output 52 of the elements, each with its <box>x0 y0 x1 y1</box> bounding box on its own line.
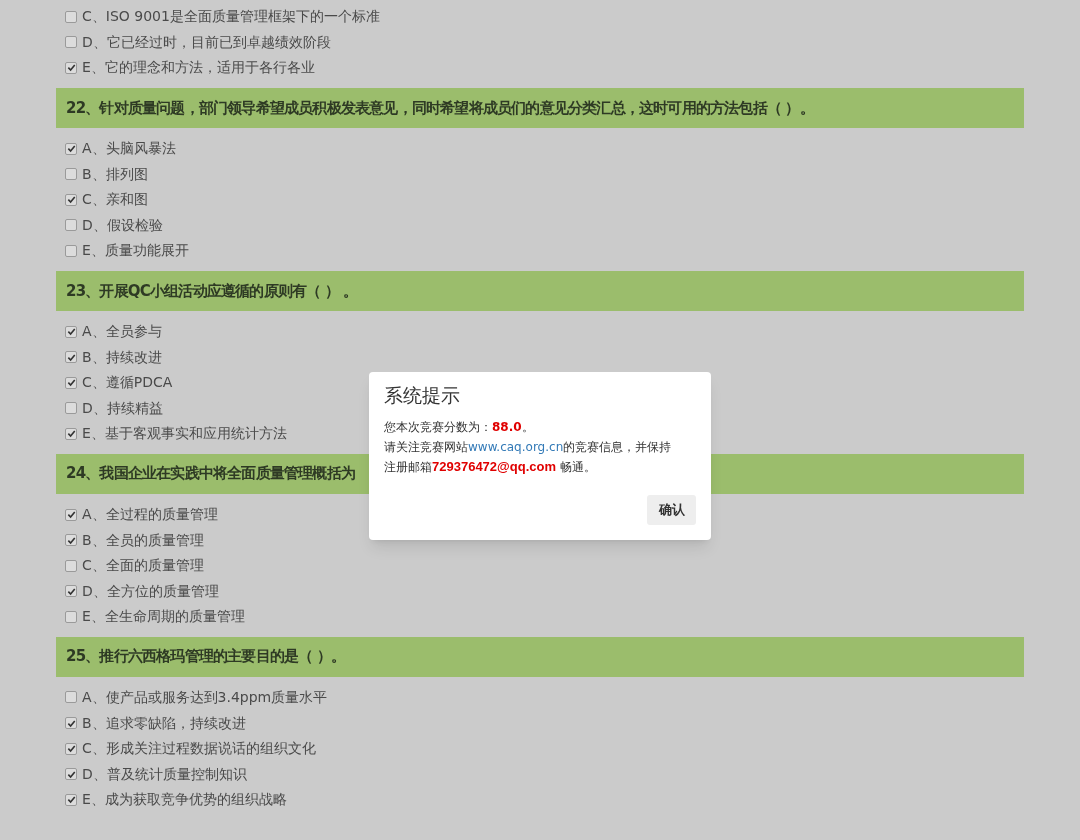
checked-checkbox[interactable] <box>65 585 77 598</box>
option-label: E、成为获取竞争优势的组织战略 <box>82 790 287 810</box>
question-heading: 22、针对质量问题，部门领导希望成员积极发表意见，同时希望将成员们的意见分类汇总，这时可用的方法包括（ ）。 <box>56 87 1024 128</box>
checked-checkbox[interactable] <box>65 534 77 547</box>
checked-checkbox[interactable] <box>65 376 77 389</box>
option-label: C、形成关注过程数据说话的组织文化 <box>82 739 316 759</box>
option-label: C、全面的质量管理 <box>82 556 204 576</box>
option-label: C、遵循PDCA <box>82 373 173 393</box>
option-label: B、排列图 <box>82 164 148 184</box>
checkbox[interactable] <box>65 691 77 704</box>
option-label: B、持续改进 <box>82 347 162 367</box>
checked-checkbox[interactable] <box>65 427 77 440</box>
checked-checkbox[interactable] <box>65 742 77 755</box>
checked-checkbox[interactable] <box>65 768 77 781</box>
confirm-button[interactable]: 确认 <box>647 495 696 525</box>
option-label: B、全员的质量管理 <box>82 530 204 550</box>
checkbox[interactable] <box>65 559 77 572</box>
checkbox[interactable] <box>65 168 77 181</box>
checked-checkbox[interactable] <box>65 325 77 338</box>
option-label: E、基于客观事实和应用统计方法 <box>82 424 287 444</box>
checked-checkbox[interactable] <box>65 193 77 206</box>
checked-checkbox[interactable] <box>65 62 77 74</box>
option-label: E、它的理念和方法，适用于各行各业 <box>82 58 315 78</box>
option-label: A、全过程的质量管理 <box>82 505 218 524</box>
checkbox[interactable] <box>65 36 77 49</box>
option-label: D、普及统计质量控制知识 <box>82 764 247 784</box>
option-label: E、全生命周期的质量管理 <box>82 607 245 627</box>
checked-checkbox[interactable] <box>65 508 77 521</box>
checkbox[interactable] <box>65 219 77 232</box>
option-label: B、追求零缺陷，持续改进 <box>82 713 246 733</box>
option-label: A、全员参与 <box>82 322 162 342</box>
question-heading: 25、推行六西格玛管理的主要目的是（ ）。 <box>56 636 1024 677</box>
checkbox[interactable] <box>65 244 77 257</box>
checked-checkbox[interactable] <box>65 717 77 730</box>
dialog-title: 系统提示 <box>384 383 461 408</box>
checked-checkbox[interactable] <box>65 793 77 806</box>
checkbox[interactable] <box>65 402 77 415</box>
option-label: C、亲和图 <box>82 190 148 210</box>
option-label: D、它已经过时，目前已到卓越绩效阶段 <box>82 32 331 52</box>
option-label: D、持续精益 <box>82 398 163 418</box>
option-label: A、使产品或服务达到3.4ppm质量水平 <box>82 688 328 707</box>
website-link[interactable]: www.caq.org.cn <box>468 439 564 454</box>
question-heading: 23、开展QC小组活动应遵循的原则有（ ） 。 <box>56 270 1024 311</box>
option-label: D、全方位的质量管理 <box>82 581 219 601</box>
option-label: E、质量功能展开 <box>82 241 189 261</box>
checkbox[interactable] <box>65 10 77 23</box>
option-label: A、头脑风暴法 <box>82 139 176 159</box>
option-label: C、ISO 9001是全面质量管理框架下的一个标准 <box>82 7 380 27</box>
option-label: D、假设检验 <box>82 215 163 235</box>
checked-checkbox[interactable] <box>65 351 77 364</box>
checked-checkbox[interactable] <box>65 142 77 155</box>
checkbox[interactable] <box>65 610 77 623</box>
